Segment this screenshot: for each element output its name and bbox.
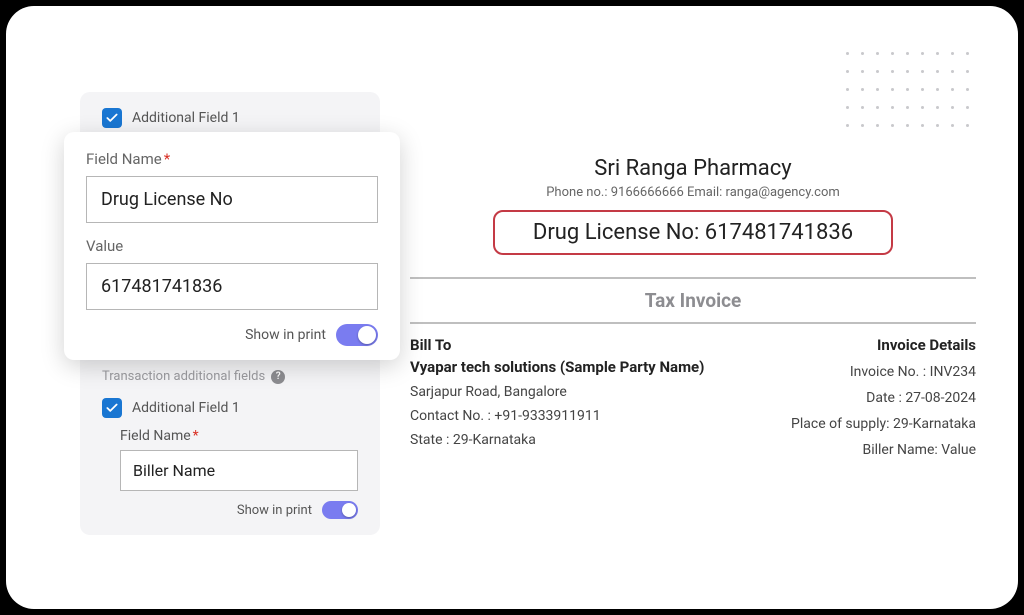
field1-popup: Field Name* Value Show in print [64,132,400,360]
invoice-details-head: Invoice Details [791,336,976,354]
field2-show-in-print-label: Show in print [237,503,312,518]
help-icon[interactable]: ? [271,370,285,384]
field2-checkbox[interactable] [102,398,122,418]
field2-checkbox-label: Additional Field 1 [132,400,240,416]
field2-show-in-print-toggle[interactable] [322,501,358,519]
field1-checkbox-label: Additional Field 1 [132,110,240,126]
biller-name-line: Biller Name: Value [791,442,976,458]
party-state: State : 29-Karnataka [410,432,704,448]
check-icon [105,401,119,415]
license-highlight: Drug License No: 617481741836 [493,210,893,255]
invoice-no: Invoice No. : INV234 [791,364,976,380]
bill-to-head: Bill To [410,336,704,354]
place-of-supply: Place of supply: 29-Karnataka [791,416,976,432]
transaction-fields-card: Transaction additional fields ? Addition… [80,341,380,535]
company-contact: Phone no.: 9166666666 Email: ranga@agenc… [410,185,976,200]
field2-name-input[interactable] [120,450,358,491]
bill-to-block: Bill To Vyapar tech solutions (Sample Pa… [410,336,704,468]
party-address: Sarjapur Road, Bangalore [410,384,704,400]
document-title: Tax Invoice [410,279,976,322]
party-contact: Contact No. : +91-9333911911 [410,408,704,424]
field1-show-in-print-label: Show in print [245,327,326,343]
invoice-preview: Sri Ranga Pharmacy Phone no.: 9166666666… [410,156,976,468]
field2-name-label: Field Name* [120,428,358,444]
party-name: Vyapar tech solutions (Sample Party Name… [410,358,704,376]
check-icon [105,111,119,125]
company-name: Sri Ranga Pharmacy [410,156,976,181]
invoice-details-block: Invoice Details Invoice No. : INV234 Dat… [791,336,976,468]
field1-value-input[interactable] [86,263,378,310]
field1-value-label: Value [86,237,378,255]
field1-show-in-print-toggle[interactable] [336,324,378,346]
field1-checkbox[interactable] [102,108,122,128]
field1-name-label: Field Name* [86,150,378,168]
field1-name-input[interactable] [86,176,378,223]
transaction-section-label: Transaction additional fields ? [102,369,358,384]
decorative-dots [846,52,976,134]
invoice-date: Date : 27-08-2024 [791,390,976,406]
